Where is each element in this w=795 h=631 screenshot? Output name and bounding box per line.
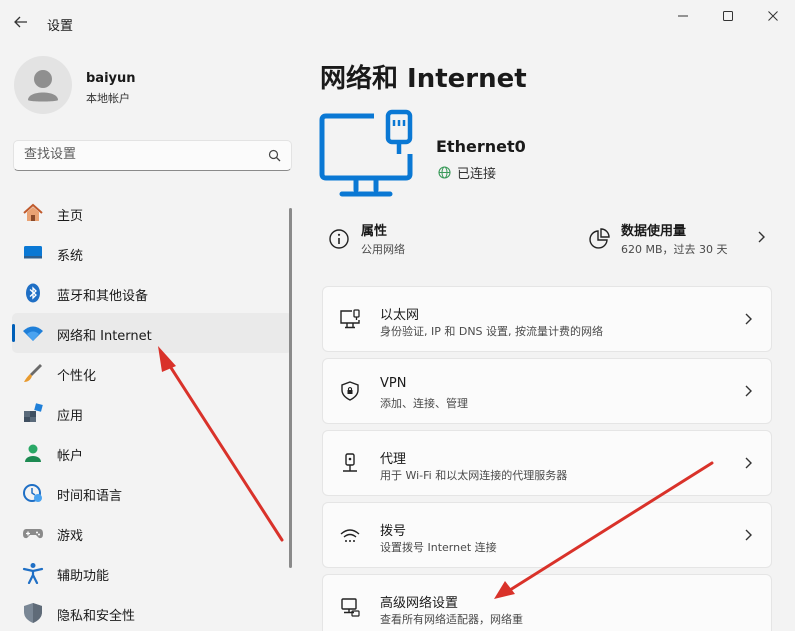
avatar — [14, 56, 72, 114]
properties-subtitle: 公用网络 — [361, 243, 405, 256]
time-language-icon — [22, 482, 44, 504]
sidebar-item-system[interactable]: 系统 — [12, 233, 292, 273]
sidebar-item-privacy[interactable]: 隐私和安全性 — [12, 593, 292, 631]
card-subtitle: 身份验证, IP 和 DNS 设置, 按流量计费的网络 — [380, 325, 604, 338]
connection-status-text: 已连接 — [457, 167, 497, 182]
search-input[interactable] — [24, 147, 254, 162]
data-usage-subtitle: 620 MB，过去 30 天 — [621, 243, 728, 256]
sidebar-scrollbar[interactable] — [289, 208, 292, 568]
card-title: 以太网 — [380, 308, 420, 323]
system-icon — [22, 242, 44, 264]
proxy-card[interactable]: 代理 用于 Wi-Fi 和以太网连接的代理服务器 — [322, 430, 772, 496]
wifi-icon — [22, 322, 44, 344]
dialup-icon — [339, 524, 361, 546]
card-title: 高级网络设置 — [380, 596, 459, 611]
properties-button[interactable]: 属性 公用网络 — [328, 212, 548, 268]
chevron-right-icon — [745, 457, 752, 469]
sidebar-item-network[interactable]: 网络和 Internet — [12, 313, 292, 353]
card-title: 代理 — [380, 452, 407, 467]
globe-icon — [438, 166, 451, 179]
user-profile[interactable]: baiyun 本地帐户 — [14, 56, 294, 120]
bluetooth-icon — [22, 282, 44, 304]
vpn-card[interactable]: VPN 添加、连接、管理 — [322, 358, 772, 424]
sidebar-item-time-language[interactable]: 时间和语言 — [12, 473, 292, 513]
sidebar-item-label: 帐户 — [57, 449, 84, 464]
sidebar-item-label: 网络和 Internet — [57, 329, 152, 344]
card-title: 拨号 — [380, 524, 407, 539]
pie-chart-icon — [589, 228, 610, 249]
sidebar-item-bluetooth[interactable]: 蓝牙和其他设备 — [12, 273, 292, 313]
sidebar-item-personalization[interactable]: 个性化 — [12, 353, 292, 393]
close-button[interactable] — [750, 0, 795, 32]
dialup-card[interactable]: 拨号 设置拨号 Internet 连接 — [322, 502, 772, 568]
card-subtitle: 添加、连接、管理 — [380, 397, 468, 410]
chevron-right-icon — [745, 313, 752, 325]
vpn-shield-icon — [339, 380, 361, 402]
sidebar-item-label: 个性化 — [57, 369, 97, 384]
sidebar-item-label: 游戏 — [57, 529, 84, 544]
active-indicator — [12, 324, 15, 342]
network-summary: 属性 公用网络 数据使用量 620 MB，过去 30 天 — [322, 212, 772, 268]
device-name: Ethernet0 — [436, 137, 526, 156]
data-usage-button[interactable]: 数据使用量 620 MB，过去 30 天 — [588, 212, 772, 268]
info-icon — [329, 229, 349, 249]
ethernet-icon — [339, 308, 361, 330]
advanced-network-card[interactable]: 高级网络设置 查看所有网络适配器，网络重 — [322, 574, 772, 631]
sidebar-item-accessibility[interactable]: 辅助功能 — [12, 553, 292, 593]
sidebar-item-accounts[interactable]: 帐户 — [12, 433, 292, 473]
sidebar-item-apps[interactable]: 应用 — [12, 393, 292, 433]
chevron-right-icon — [745, 385, 752, 397]
chevron-right-icon — [745, 529, 752, 541]
sidebar-item-label: 辅助功能 — [57, 569, 110, 584]
sidebar-item-gaming[interactable]: 游戏 — [12, 513, 292, 553]
minimize-icon — [678, 15, 688, 17]
shield-icon — [22, 602, 44, 624]
proxy-icon — [339, 452, 361, 474]
ethernet-monitor-icon — [319, 109, 413, 197]
advanced-network-icon — [339, 596, 361, 618]
sidebar-item-label: 隐私和安全性 — [57, 609, 136, 624]
card-subtitle: 用于 Wi-Fi 和以太网连接的代理服务器 — [380, 469, 568, 482]
page-title: 网络和 Internet — [320, 64, 527, 94]
close-icon — [768, 11, 778, 21]
user-avatar-icon — [28, 70, 58, 102]
sidebar-item-label: 蓝牙和其他设备 — [57, 289, 149, 304]
title-bar: 设置 — [0, 0, 795, 44]
brush-icon — [22, 362, 44, 384]
card-title: VPN — [380, 376, 407, 391]
ethernet-card[interactable]: 以太网 身份验证, IP 和 DNS 设置, 按流量计费的网络 — [322, 286, 772, 352]
user-name: baiyun — [86, 71, 136, 86]
properties-title: 属性 — [361, 224, 388, 239]
home-icon — [22, 202, 44, 224]
sidebar-item-label: 主页 — [57, 209, 84, 224]
chevron-right-icon — [758, 231, 765, 243]
minimize-button[interactable] — [660, 0, 706, 32]
account-icon — [22, 442, 44, 464]
settings-window: 设置 baiyun 本地帐户 主页 — [0, 0, 795, 631]
card-subtitle: 查看所有网络适配器，网络重 — [380, 613, 523, 626]
sidebar-item-home[interactable]: 主页 — [12, 193, 292, 233]
search-box[interactable] — [13, 140, 292, 171]
accessibility-icon — [22, 562, 44, 584]
back-arrow-icon — [14, 16, 27, 28]
search-icon — [268, 149, 281, 162]
maximize-button[interactable] — [705, 0, 751, 32]
gamepad-icon — [22, 522, 44, 544]
card-subtitle: 设置拨号 Internet 连接 — [380, 541, 497, 554]
account-type: 本地帐户 — [86, 92, 130, 105]
sidebar-item-label: 应用 — [57, 409, 84, 424]
sidebar-nav: 主页 系统 蓝牙和其他设备 网络和 Internet 个性化 应用 帐户 时间和… — [12, 193, 292, 631]
maximize-icon — [723, 11, 733, 21]
sidebar-item-label: 时间和语言 — [57, 489, 123, 504]
connection-status: 已连接 — [438, 163, 496, 182]
back-button[interactable] — [8, 10, 34, 34]
data-usage-title: 数据使用量 — [621, 224, 687, 239]
sidebar-item-label: 系统 — [57, 249, 84, 264]
apps-icon — [22, 402, 44, 424]
app-title: 设置 — [47, 19, 74, 34]
